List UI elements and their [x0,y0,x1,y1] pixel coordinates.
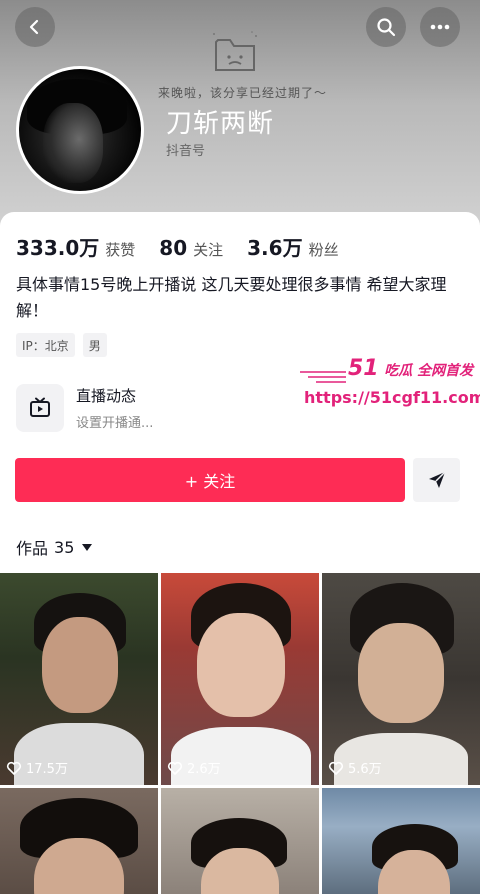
more-button[interactable] [420,7,460,47]
bio-text: 具体事情15号晚上开播说 这几天要处理很多事情 希望大家理解！ [16,275,447,320]
watermark-brand: 51 吃瓜 全网首发 [348,356,473,381]
ip-tag: IP：北京 [16,333,75,357]
expired-folder-icon [213,31,257,71]
like-count-value: 2.6万 [187,762,221,777]
dropdown-caret-icon [82,543,93,551]
heart-icon [6,761,22,775]
share-button[interactable] [413,458,460,502]
douyin-id-label: 抖音号 [166,144,206,159]
profile-header: 来晚啦，该分享已经过期了～ 刀斩两断 抖音号 [0,0,480,230]
stat-value: 333.0万 [16,236,100,260]
live-tv-icon [30,397,50,417]
live-title: 直播动态 [76,387,137,405]
stat-followers[interactable]: 3.6万 粉丝 [247,232,338,261]
like-count: 2.6万 [167,758,221,777]
search-icon [377,18,396,37]
video-tile[interactable]: 2.6万 [161,573,319,785]
search-button[interactable] [366,7,406,47]
stat-label: 粉丝 [308,241,339,259]
stat-label: 获赞 [105,241,136,259]
video-tile[interactable] [161,788,319,894]
profile-card: 333.0万 获赞 80 关注 3.6万 粉丝 具体事情15号晚上开播说 这几天… [0,212,480,894]
stats-row: 333.0万 获赞 80 关注 3.6万 粉丝 [16,232,363,261]
heart-icon [328,761,344,775]
follow-button[interactable]: + 关注 [15,458,405,502]
watermark-number: 51 [348,356,379,381]
stat-following[interactable]: 80 关注 [159,236,223,260]
nickname: 刀斩两断 [166,109,275,139]
watermark-slogan: 吃瓜 全网首发 [384,363,474,379]
more-icon [430,24,450,30]
live-tv-icon-wrap [16,384,64,432]
tags-row: IP：北京 男 [16,333,115,357]
heart-icon [167,761,183,775]
stat-label: 关注 [193,241,224,259]
works-label: 作品 [16,539,49,558]
video-tile[interactable] [322,788,480,894]
like-count: 17.5万 [6,758,68,777]
share-send-icon [428,471,446,488]
watermark-url: https://51cgf11.com [304,388,480,407]
back-icon [29,19,39,35]
like-count-value: 17.5万 [26,762,68,777]
live-subtitle: 设置开播通... [76,416,154,431]
gender-tag: 男 [82,333,107,357]
like-count-value: 5.6万 [348,762,382,777]
stat-likes[interactable]: 333.0万 获赞 [16,232,135,261]
video-tile[interactable]: 17.5万 [0,573,158,785]
stat-value: 80 [159,236,188,260]
back-button[interactable] [15,7,55,47]
video-tile[interactable] [0,788,158,894]
expired-notice: 来晚啦，该分享已经过期了～ [158,86,328,100]
avatar[interactable] [16,66,144,194]
works-count: 35 [54,537,75,557]
stat-value: 3.6万 [247,236,303,260]
video-tile[interactable]: 5.6万 [322,573,480,785]
live-section[interactable]: 直播动态 设置开播通... [16,383,153,433]
like-count: 5.6万 [328,758,382,777]
works-tab[interactable]: 作品 35 [16,535,93,559]
